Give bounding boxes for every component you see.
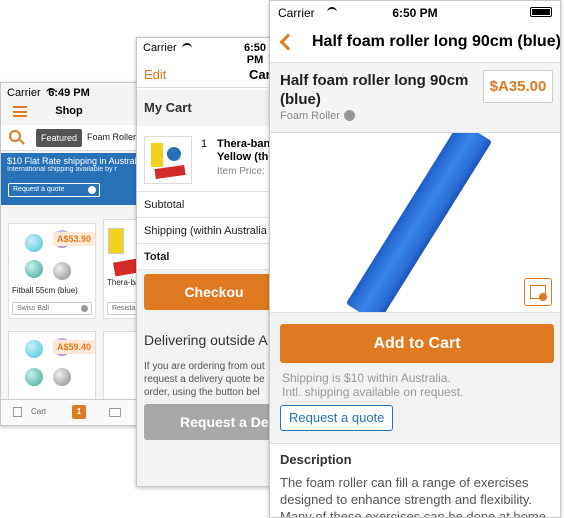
arrow-right-icon — [81, 305, 88, 312]
shop-screen: Carrier 6:49 PM Shop Featured Foam Rolle… — [0, 82, 138, 426]
category-link[interactable]: Foam Roller — [280, 110, 355, 122]
cart-item-name-line1: Thera-ban — [217, 138, 271, 150]
credit-card-icon[interactable] — [109, 408, 121, 417]
category-label: Swiss Ball — [17, 305, 49, 312]
product-header: Half foam roller long 90cm (blue) $A35.0… — [270, 63, 560, 133]
product-card[interactable]: A$53.90 Fitball 55cm (blue) Swiss Ball — [8, 223, 96, 319]
add-to-cart-button[interactable]: Add to Cart — [280, 324, 554, 363]
shipping-row: Shipping (within Australia — [137, 218, 273, 244]
category-label: Resista — [112, 305, 136, 312]
filter-foam-roller[interactable]: Foam Roller — [87, 132, 136, 142]
delivering-text-line: order, using the button bel — [144, 387, 260, 398]
product-name: Fitball 55cm (blue) — [12, 286, 78, 295]
description-text: The foam roller can fill a range of exer… — [280, 475, 550, 518]
foam-roller-image — [345, 133, 493, 312]
cart-bag-icon[interactable] — [13, 407, 22, 417]
product-body: Add to Cart Shipping is $10 within Austr… — [270, 313, 560, 517]
category-chip[interactable]: Resista — [107, 302, 137, 315]
filter-featured[interactable]: Featured — [36, 129, 83, 147]
request-quote-label: Request a quote — [13, 186, 65, 193]
cart-screen: Carrier 6:50 PM Edit Car My Cart 1 Thera… — [136, 37, 274, 487]
screenshot-stage: Carrier 6:49 PM Shop Featured Foam Rolle… — [0, 0, 564, 518]
cart-count-badge: 1 — [72, 405, 86, 419]
shipping-banner: $10 Flat Rate shipping in Australia Inte… — [1, 153, 137, 205]
request-quote-button[interactable]: Request a quote — [280, 405, 394, 431]
item-price-label: Item Price: — [217, 166, 265, 177]
description-section: Description The foam roller can fill a r… — [270, 443, 560, 517]
request-quote-button[interactable]: Request a quote — [8, 183, 100, 197]
edit-button[interactable]: Edit — [144, 67, 166, 82]
page-title: Half foam roller long 90cm (blue) — [312, 33, 561, 50]
search-icon[interactable] — [9, 130, 21, 142]
clock: 6:50 PM — [392, 6, 438, 20]
carrier-label: Carrier — [143, 42, 177, 54]
cart-item-thumbnail — [144, 136, 192, 184]
nav-bar: Edit Car — [137, 58, 273, 88]
price-tag: A$53.90 — [53, 232, 96, 246]
category-label: Foam Roller — [280, 110, 340, 122]
product-image-band — [113, 257, 137, 277]
tab-bar: Cart 1 — [1, 399, 137, 425]
subtotal-row: Subtotal — [137, 192, 273, 218]
gallery-icon[interactable] — [524, 278, 552, 306]
checkout-button[interactable]: Checkou — [144, 274, 273, 310]
page-title: Shop — [55, 105, 83, 117]
shipping-line: Intl. shipping available on request. — [282, 385, 464, 399]
back-chevron-icon[interactable] — [279, 33, 297, 51]
product-detail-screen: Carrier 6:50 PM Half foam roller long 90… — [269, 0, 561, 518]
my-cart-heading: My Cart — [137, 90, 273, 126]
arrow-right-icon — [88, 186, 96, 194]
cart-tab-label[interactable]: Cart — [31, 407, 46, 416]
wifi-icon — [182, 43, 192, 50]
cart-item-name: Thera-ban Yellow (thi — [217, 138, 271, 164]
product-card[interactable]: Thera-band Yellow Resista — [103, 219, 137, 319]
delivering-text-line: request a delivery quote be — [144, 374, 265, 385]
cart-item-name-line2: Yellow (thi — [217, 151, 272, 163]
product-card[interactable]: A$59.40 — [8, 331, 96, 401]
delivering-outside-text: If you are ordering from out request a d… — [144, 360, 265, 399]
product-card[interactable] — [103, 331, 137, 401]
nav-bar: Half foam roller long 90cm (blue) — [270, 23, 560, 63]
delivering-text-line: If you are ordering from out — [144, 361, 265, 372]
total-row: Total — [137, 244, 273, 270]
category-chip[interactable]: Swiss Ball — [12, 302, 92, 315]
product-name: Half foam roller long 90cm (blue) — [280, 72, 469, 108]
shipping-line: Shipping is $10 within Australia. — [282, 371, 451, 385]
nav-bar: Shop — [1, 99, 137, 125]
request-delivery-quote-button[interactable]: Request a Del — [144, 404, 273, 440]
filter-bar: Featured Foam Roller — [1, 125, 137, 151]
price-tag: A$59.40 — [53, 340, 96, 354]
product-image — [108, 228, 124, 254]
product-name: Thera-band Yellow — [107, 278, 137, 287]
shipping-info: Shipping is $10 within Australia. Intl. … — [282, 371, 463, 399]
product-price: $A35.00 — [483, 70, 553, 103]
product-image-area[interactable] — [270, 133, 560, 313]
page-title: Car — [249, 67, 271, 82]
banner-headline: $10 Flat Rate shipping in Australia — [7, 156, 138, 166]
cart-item-qty: 1 — [201, 138, 208, 150]
battery-icon — [530, 7, 552, 17]
delivering-outside-heading: Delivering outside A — [144, 332, 268, 348]
status-bar: Carrier 6:50 PM — [270, 1, 560, 23]
arrow-right-icon — [343, 110, 355, 121]
status-bar: Carrier 6:50 PM — [137, 38, 273, 66]
clock: 6:49 PM — [48, 87, 90, 99]
description-heading: Description — [280, 452, 352, 467]
banner-subtext: International shipping available by r — [7, 166, 117, 173]
